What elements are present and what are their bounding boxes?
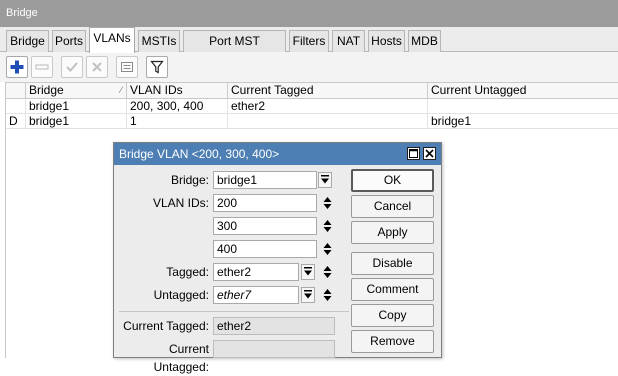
filter-icon — [150, 60, 164, 74]
up-down-arrows-icon — [323, 243, 331, 255]
table-row[interactable]: D bridge1 1 bridge1 — [6, 114, 618, 129]
up-down-arrows-icon — [323, 266, 331, 278]
chevron-down-icon — [321, 175, 329, 184]
column-header-bridge-label: Bridge — [29, 83, 64, 97]
tab-port-mst-overrides[interactable]: Port MST Overrides — [183, 30, 286, 69]
untagged-label: Untagged: — [153, 288, 209, 302]
maximize-button[interactable] — [407, 147, 420, 160]
comment-icon — [121, 62, 133, 72]
up-down-arrows-icon — [323, 197, 331, 209]
comment-button[interactable]: Comment — [351, 278, 434, 301]
bridge-select[interactable]: bridge1 — [213, 171, 317, 189]
close-icon — [425, 149, 434, 158]
toolbar — [0, 52, 618, 82]
cell-flag: D — [6, 114, 26, 129]
plus-icon — [10, 60, 24, 74]
column-header-vlan-ids[interactable]: VLAN IDs — [127, 83, 228, 99]
cell-vlan-ids: 1 — [127, 114, 228, 129]
column-header-current-untagged[interactable]: Current Untagged — [428, 83, 618, 99]
dialog-title-bar[interactable]: Bridge VLAN <200, 300, 400> — [114, 143, 441, 165]
current-untagged-label: Current Untagged: — [153, 342, 209, 374]
add-button[interactable] — [6, 56, 28, 78]
up-down-arrows-icon — [323, 289, 331, 301]
vlan-id-reorder-button[interactable] — [321, 241, 333, 257]
current-tagged-label: Current Tagged: — [123, 319, 209, 333]
apply-button[interactable]: Apply — [351, 221, 434, 244]
cell-flag — [6, 99, 26, 114]
check-icon — [66, 62, 78, 72]
ok-button[interactable]: OK — [351, 169, 434, 192]
untagged-reorder-button[interactable] — [321, 287, 333, 303]
tab-bar: Bridge Ports VLANs MSTIs Port MST Overri… — [0, 27, 618, 69]
close-button[interactable] — [423, 147, 436, 160]
untagged-select[interactable]: ether7 — [213, 286, 299, 304]
copy-button[interactable]: Copy — [351, 304, 434, 327]
current-tagged-value: ether2 — [213, 317, 335, 335]
cell-current-untagged — [428, 99, 618, 114]
bridge-dropdown-button[interactable] — [318, 172, 332, 188]
cell-current-untagged: bridge1 — [428, 114, 618, 129]
tagged-select[interactable]: ether2 — [213, 263, 299, 281]
tab-bridge[interactable]: Bridge — [6, 30, 49, 52]
sort-arrow-icon: ⁄ — [120, 85, 122, 95]
tagged-dropdown-button[interactable] — [301, 264, 315, 280]
column-header-flag[interactable] — [6, 83, 26, 99]
vlan-id-field[interactable]: 400 — [213, 240, 317, 258]
vlan-id-reorder-button[interactable] — [321, 218, 333, 234]
tab-mstis[interactable]: MSTIs — [138, 30, 180, 52]
vlan-id-field[interactable]: 300 — [213, 217, 317, 235]
dialog-title: Bridge VLAN <200, 300, 400> — [119, 147, 280, 161]
untagged-dropdown-button[interactable] — [301, 287, 315, 303]
divider — [119, 311, 349, 312]
current-untagged-value — [213, 340, 335, 358]
cell-bridge: bridge1 — [26, 114, 127, 129]
bridge-label: Bridge: — [170, 173, 209, 187]
disable-button[interactable] — [86, 56, 108, 78]
table-header: Bridge ⁄ VLAN IDs Current Tagged Current… — [6, 82, 618, 99]
comment-button[interactable] — [116, 56, 138, 78]
tab-ports[interactable]: Ports — [52, 30, 86, 52]
column-header-bridge[interactable]: Bridge ⁄ — [26, 83, 127, 99]
tab-nat[interactable]: NAT — [332, 30, 365, 52]
filter-button[interactable] — [146, 56, 168, 78]
tagged-reorder-button[interactable] — [321, 264, 333, 280]
minus-icon — [35, 64, 49, 70]
up-down-arrows-icon — [323, 220, 331, 232]
window-title: Bridge — [0, 0, 618, 27]
remove-button[interactable]: Remove — [351, 330, 434, 353]
vlan-id-field[interactable]: 200 — [213, 194, 317, 212]
vlan-id-reorder-button[interactable] — [321, 195, 333, 211]
tab-filters[interactable]: Filters — [289, 30, 329, 52]
cell-current-tagged — [228, 114, 428, 129]
chevron-down-icon — [304, 267, 312, 276]
maximize-icon — [409, 149, 418, 158]
tab-hosts[interactable]: Hosts — [368, 30, 405, 52]
tab-mdb[interactable]: MDB — [408, 30, 441, 52]
tab-vlans[interactable]: VLANs — [89, 27, 135, 53]
vlan-ids-label: VLAN IDs: — [152, 196, 209, 210]
enable-button[interactable] — [61, 56, 83, 78]
cell-current-tagged: ether2 — [228, 99, 428, 114]
remove-button[interactable] — [31, 56, 53, 78]
chevron-down-icon — [304, 290, 312, 299]
cancel-button[interactable]: Cancel — [351, 195, 434, 218]
tagged-label: Tagged: — [166, 265, 209, 279]
bridge-vlan-dialog: Bridge VLAN <200, 300, 400> Bridge: brid… — [113, 142, 442, 374]
disable-button[interactable]: Disable — [351, 252, 434, 275]
cell-bridge: bridge1 — [26, 99, 127, 114]
column-header-current-tagged[interactable]: Current Tagged — [228, 83, 428, 99]
x-icon — [92, 62, 102, 72]
table-row[interactable]: bridge1 200, 300, 400 ether2 — [6, 99, 618, 114]
cell-vlan-ids: 200, 300, 400 — [127, 99, 228, 114]
